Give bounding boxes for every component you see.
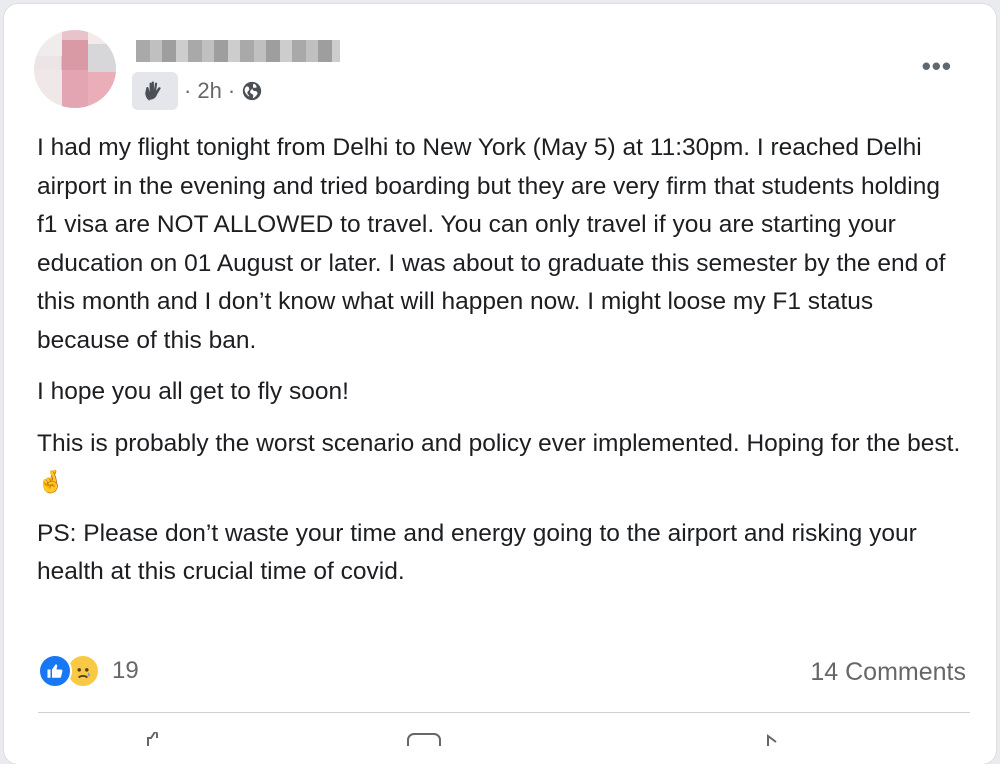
- action-divider: [38, 712, 970, 713]
- share-action-icon[interactable]: [764, 732, 784, 746]
- wave-hand-icon: [145, 81, 161, 101]
- thumbs-up-icon: [38, 654, 72, 688]
- reaction-count: 19: [112, 657, 139, 684]
- post-timestamp[interactable]: 2h: [197, 78, 221, 104]
- globe-icon[interactable]: [241, 80, 263, 102]
- post-text: I had my flight tonight from Delhi to Ne…: [37, 129, 967, 605]
- audience-badge[interactable]: [132, 72, 178, 110]
- meta-separator: ·: [227, 78, 236, 103]
- more-options-button[interactable]: •••: [922, 53, 952, 79]
- reactions-summary[interactable]: 19: [38, 654, 139, 688]
- post-card: · 2h · ••• I had my flight tonight from …: [4, 4, 996, 764]
- comment-action-icon[interactable]: [406, 732, 442, 746]
- meta-separator: ·: [184, 78, 192, 103]
- post-paragraph: I had my flight tonight from Delhi to Ne…: [37, 134, 946, 354]
- post-paragraph: This is probably the worst scenario and …: [37, 425, 967, 502]
- crossed-fingers-icon: 🤞: [37, 469, 65, 494]
- post-meta: · 2h ·: [184, 78, 263, 104]
- author-name-redacted[interactable]: [136, 40, 340, 62]
- avatar[interactable]: [34, 30, 116, 108]
- comments-link[interactable]: 14 Comments: [810, 658, 966, 687]
- like-action-icon[interactable]: [144, 730, 166, 746]
- post-paragraph: I hope you all get to fly soon!: [37, 378, 349, 405]
- post-paragraph-text: This is probably the worst scenario and …: [37, 429, 961, 457]
- post-paragraph: PS: Please don’t waste your time and ene…: [37, 519, 917, 586]
